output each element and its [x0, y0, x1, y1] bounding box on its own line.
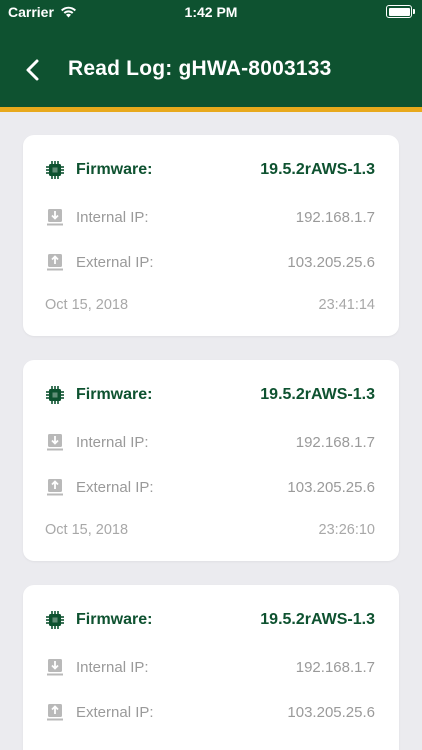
- log-date: Oct 15, 2018: [45, 522, 129, 538]
- log-time: 23:41:14: [318, 297, 375, 313]
- internal-ip-label: Internal IP:: [76, 658, 149, 676]
- chip-icon: [46, 611, 64, 629]
- chevron-left-icon: [26, 59, 39, 81]
- external-ip-value: 103.205.25.6: [287, 253, 375, 271]
- firmware-label: Firmware:: [76, 161, 153, 178]
- log-date: Oct 15, 2018: [45, 297, 129, 313]
- firmware-value: 19.5.2rAWS-1.3: [260, 611, 375, 628]
- log-entry-card[interactable]: Firmware: 19.5.2rAWS-1.3 Internal IP: 19…: [23, 360, 399, 561]
- internal-ip-value: 192.168.1.7: [295, 658, 375, 676]
- status-time: 1:42 PM: [184, 4, 238, 20]
- internal-ip-row: Internal IP: 192.168.1.7: [45, 205, 375, 229]
- battery-icon: [386, 5, 415, 18]
- upload-tray-icon: [47, 479, 63, 496]
- internal-ip-row: Internal IP: 192.168.1.7: [45, 430, 375, 454]
- external-ip-row: External IP: 103.205.25.6: [45, 250, 375, 274]
- firmware-row: Firmware: 19.5.2rAWS-1.3: [45, 158, 375, 182]
- upload-tray-icon: [47, 704, 63, 721]
- internal-ip-value: 192.168.1.7: [295, 433, 375, 451]
- firmware-value: 19.5.2rAWS-1.3: [260, 161, 375, 178]
- back-button[interactable]: [22, 56, 46, 84]
- app-header: Carrier 1:42 PM Read Log: gHWA-8003133: [0, 0, 422, 107]
- log-entry-card[interactable]: Firmware: 19.5.2rAWS-1.3 Internal IP: 19…: [23, 585, 399, 750]
- external-ip-row: External IP: 103.205.25.6: [45, 475, 375, 499]
- download-tray-icon: [47, 659, 63, 676]
- chip-icon: [46, 386, 64, 404]
- upload-tray-icon: [47, 254, 63, 271]
- external-ip-row: External IP: 103.205.25.6: [45, 700, 375, 724]
- chip-icon: [46, 161, 64, 179]
- timestamp-row: [45, 743, 375, 750]
- timestamp-row: Oct 15, 2018 23:41:14: [45, 293, 375, 317]
- external-ip-label: External IP:: [76, 703, 154, 721]
- page-title: Read Log: gHWA-8003133: [68, 57, 332, 80]
- firmware-row: Firmware: 19.5.2rAWS-1.3: [45, 383, 375, 407]
- external-ip-value: 103.205.25.6: [287, 703, 375, 721]
- timestamp-row: Oct 15, 2018 23:26:10: [45, 518, 375, 542]
- internal-ip-label: Internal IP:: [76, 208, 149, 226]
- log-time: 23:26:10: [318, 522, 375, 538]
- log-entry-card[interactable]: Firmware: 19.5.2rAWS-1.3 Internal IP: 19…: [23, 135, 399, 336]
- status-bar: Carrier 1:42 PM: [0, 0, 422, 24]
- firmware-label: Firmware:: [76, 611, 153, 628]
- external-ip-value: 103.205.25.6: [287, 478, 375, 496]
- log-list[interactable]: Firmware: 19.5.2rAWS-1.3 Internal IP: 19…: [0, 112, 422, 750]
- external-ip-label: External IP:: [76, 478, 154, 496]
- internal-ip-row: Internal IP: 192.168.1.7: [45, 655, 375, 679]
- firmware-value: 19.5.2rAWS-1.3: [260, 386, 375, 403]
- firmware-row: Firmware: 19.5.2rAWS-1.3: [45, 608, 375, 632]
- download-tray-icon: [47, 209, 63, 226]
- download-tray-icon: [47, 434, 63, 451]
- firmware-label: Firmware:: [76, 386, 153, 403]
- external-ip-label: External IP:: [76, 253, 154, 271]
- internal-ip-label: Internal IP:: [76, 433, 149, 451]
- navigation-bar: Read Log: gHWA-8003133: [0, 50, 422, 90]
- internal-ip-value: 192.168.1.7: [295, 208, 375, 226]
